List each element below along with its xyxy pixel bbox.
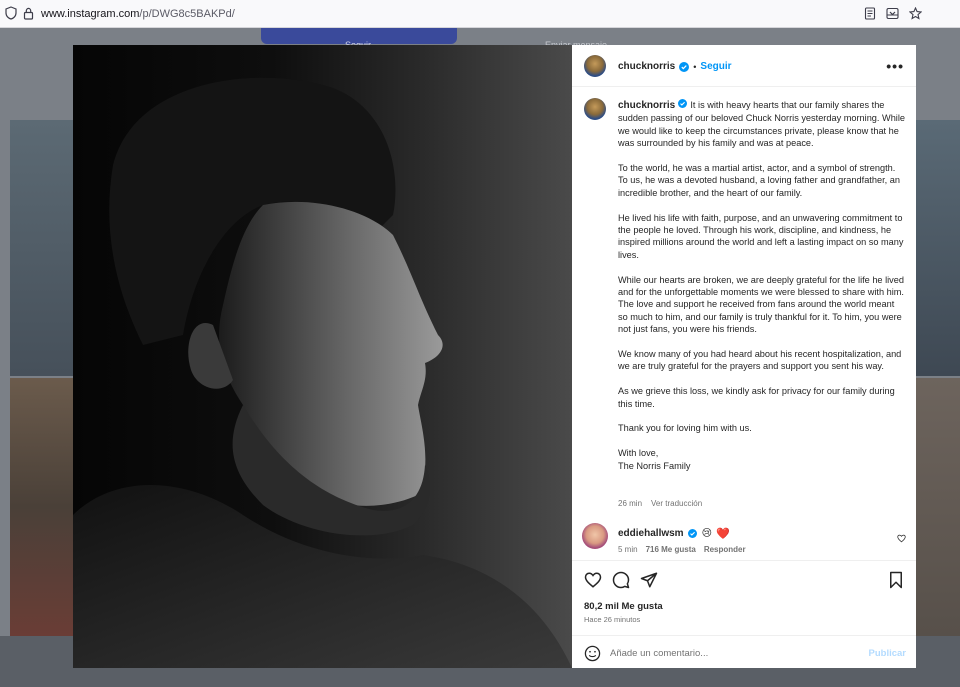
caption-meta: 26 min Ver traducción: [618, 499, 702, 508]
author-avatar[interactable]: [584, 55, 606, 77]
portrait-silhouette: [73, 77, 572, 668]
background-post-thumbnail: [916, 120, 960, 376]
lock-icon[interactable]: [23, 7, 34, 25]
caption-signoff: With love,: [618, 448, 659, 459]
verified-badge-icon: [677, 99, 688, 109]
crying-face-emoji: 😢: [701, 528, 713, 539]
verified-badge-icon: [679, 61, 690, 72]
caption-paragraph: While our hearts are broken, we are deep…: [618, 274, 904, 335]
browser-address-bar: www.instagram.com/p/DWG8c5BAKPd/: [0, 0, 960, 28]
caption-paragraph: To the world, he was a martial artist, a…: [618, 163, 900, 198]
follow-button[interactable]: Seguir: [700, 61, 731, 72]
background-post-thumbnail: [916, 378, 960, 636]
caption-username[interactable]: chucknorris: [618, 100, 675, 111]
background-post-thumbnail: [10, 120, 74, 376]
author-username[interactable]: chucknorris: [618, 61, 675, 72]
url-field[interactable]: www.instagram.com/p/DWG8c5BAKPd/: [41, 8, 235, 20]
caption-time: 26 min: [618, 499, 643, 508]
like-heart-icon[interactable]: [584, 571, 602, 589]
comment: eddiehallwsm 😢 ❤️: [618, 527, 730, 540]
reader-icon[interactable]: [861, 5, 878, 22]
caption-paragraph: He lived his life with faith, purpose, a…: [618, 212, 904, 260]
bookmark-star-icon[interactable]: [907, 5, 924, 22]
red-heart-emoji: ❤️: [716, 528, 730, 540]
comment-meta: 5 min 716 Me gusta Responder: [618, 545, 746, 554]
caption-signature: The Norris Family: [618, 460, 691, 471]
share-paper-plane-icon[interactable]: [640, 571, 658, 589]
comment-time: 5 min: [618, 545, 638, 554]
caption-paragraph: As we grieve this loss, we kindly ask fo…: [618, 386, 895, 409]
publish-button[interactable]: Publicar: [869, 648, 907, 659]
emoji-picker-icon[interactable]: [584, 645, 601, 662]
separator-dot: •: [693, 61, 697, 72]
caption-paragraph: We know many of you had heard about his …: [618, 349, 902, 372]
url-path: /p/DWG8c5BAKPd/: [139, 8, 235, 20]
comment-likes[interactable]: 716 Me gusta: [646, 545, 696, 554]
likes-count[interactable]: 80,2 mil Me gusta: [584, 601, 663, 612]
post-photo[interactable]: [73, 45, 572, 668]
shield-icon[interactable]: [5, 6, 17, 25]
background-follow-button: Seguir: [261, 28, 457, 50]
commenter-avatar[interactable]: [582, 523, 608, 549]
background-post-thumbnail: [10, 378, 74, 636]
background-message-button: Enviar mensaje: [470, 28, 610, 50]
url-host: www.instagram.com: [41, 8, 140, 20]
post-actions: 80,2 mil Me gusta Hace 26 minutos Public…: [572, 560, 916, 668]
post-details-panel: chucknorris • Seguir ••• chucknorris It …: [572, 45, 916, 668]
post-header: chucknorris • Seguir •••: [572, 45, 916, 87]
more-options-icon[interactable]: •••: [886, 58, 904, 74]
caption-paragraph: Thank you for loving him with us.: [618, 423, 752, 434]
comment-input[interactable]: [610, 645, 860, 661]
commenter-username[interactable]: eddiehallwsm: [618, 528, 684, 539]
reply-button[interactable]: Responder: [704, 545, 746, 554]
post-caption: chucknorris It is with heavy hearts that…: [618, 99, 906, 472]
pocket-icon[interactable]: [884, 5, 901, 22]
save-bookmark-icon[interactable]: [888, 571, 906, 589]
comment-like-icon[interactable]: [897, 530, 906, 548]
caption-author-avatar[interactable]: [584, 98, 606, 120]
verified-badge-icon: [687, 528, 698, 539]
translate-link[interactable]: Ver traducción: [651, 499, 702, 508]
comment-bubble-icon[interactable]: [612, 571, 630, 589]
add-comment-bar: Publicar: [572, 635, 916, 669]
post-time-ago: Hace 26 minutos: [584, 615, 641, 624]
